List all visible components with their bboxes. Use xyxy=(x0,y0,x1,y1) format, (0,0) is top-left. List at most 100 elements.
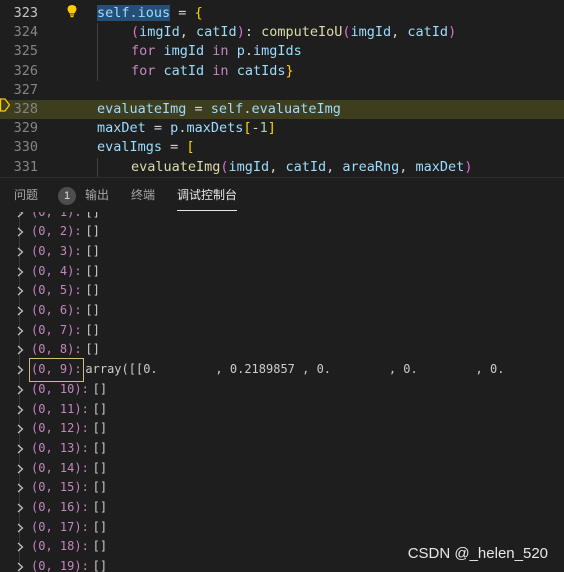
code-line[interactable]: 331 evaluateImg(imgId, catId, areaRng, ma… xyxy=(0,158,564,177)
code-token: : xyxy=(244,24,262,41)
entry-value: [] xyxy=(85,303,100,317)
entry-key: (0, 9): xyxy=(29,358,84,382)
console-entry[interactable]: (0, 11):[] xyxy=(0,400,564,420)
code-token: ) xyxy=(448,24,457,41)
console-entry[interactable]: (0, 15):[] xyxy=(0,478,564,498)
line-number[interactable]: 326 xyxy=(0,62,38,81)
code-token: evaluateImg xyxy=(131,158,221,175)
chevron-right-icon[interactable] xyxy=(17,483,24,493)
entry-key: (0, 6): xyxy=(31,303,82,317)
chevron-right-icon[interactable] xyxy=(17,385,24,395)
tab-problems[interactable]: 问题 1 xyxy=(14,178,78,211)
code-token: { xyxy=(194,5,203,21)
entry-value: [] xyxy=(85,243,100,258)
code-line[interactable]: 330 evalImgs = [ xyxy=(0,138,564,157)
console-entry[interactable]: (0, 2):[] xyxy=(0,222,564,242)
code-line[interactable]: 323 self.ious = { xyxy=(0,4,564,23)
code-token: } xyxy=(285,62,294,79)
chevron-right-icon[interactable] xyxy=(17,444,24,454)
chevron-right-icon[interactable] xyxy=(17,212,24,218)
code-token: , xyxy=(326,158,343,175)
code-token: ) xyxy=(464,158,473,175)
code-token: ] xyxy=(267,120,276,137)
entry-key: (0, 4): xyxy=(31,263,82,278)
chevron-right-icon[interactable] xyxy=(17,286,24,296)
line-number[interactable]: 331 xyxy=(0,158,38,177)
code-token: , xyxy=(179,24,197,41)
code-line[interactable]: 326 for catId in catIds} xyxy=(0,62,564,81)
code-token: , xyxy=(269,158,286,175)
console-entry[interactable]: (0, 1):[] xyxy=(0,212,564,222)
chevron-right-icon[interactable] xyxy=(17,405,24,415)
tab-label: 输出 xyxy=(85,188,110,202)
chevron-right-icon[interactable] xyxy=(17,365,24,375)
code-line[interactable]: 328 evaluateImg = self.evaluateImg xyxy=(0,100,564,119)
entry-key: (0, 13): xyxy=(31,440,89,455)
entry-value: [] xyxy=(85,283,100,298)
code-token: imgId xyxy=(139,24,180,41)
entry-value: [] xyxy=(92,519,108,534)
code-line[interactable]: 329 maxDet = p.maxDets[-1] xyxy=(0,119,564,138)
console-entry[interactable]: (0, 3):[] xyxy=(0,242,564,262)
code-token: , xyxy=(399,158,416,175)
code-text: evaluateImg(imgId, catId, areaRng, maxDe… xyxy=(131,158,472,177)
console-entry[interactable]: (0, 6):[] xyxy=(0,301,564,321)
code-token: catId xyxy=(285,158,327,175)
console-entry[interactable]: (0, 13):[] xyxy=(0,439,564,459)
tab-label: 问题 xyxy=(14,188,39,202)
chevron-right-icon[interactable] xyxy=(17,227,24,237)
chevron-right-icon[interactable] xyxy=(17,542,24,552)
line-number[interactable]: 330 xyxy=(0,138,38,157)
chevron-right-icon[interactable] xyxy=(17,464,24,474)
tab-debug-console[interactable]: 调试控制台 xyxy=(177,178,238,211)
console-entry[interactable]: (0, 4):[] xyxy=(0,262,564,282)
debug-console[interactable]: (0, 1):[](0, 2):[](0, 3):[](0, 4):[](0, … xyxy=(0,212,564,572)
code-token: imgId xyxy=(163,43,213,60)
code-token: catIds xyxy=(236,62,286,79)
entry-key: (0, 11): xyxy=(31,401,89,416)
console-entry[interactable]: (0, 9): array([[0. , 0.2189857 , 0. , 0. … xyxy=(0,358,564,382)
code-editor[interactable]: 323 self.ious = {324 (imgId, catId): compu… xyxy=(0,0,564,177)
line-number[interactable]: 325 xyxy=(0,42,38,61)
chevron-right-icon[interactable] xyxy=(17,267,24,277)
problems-count-badge: 1 xyxy=(58,187,76,205)
chevron-right-icon[interactable] xyxy=(17,306,24,316)
code-line[interactable]: 327 xyxy=(0,81,564,100)
console-entry[interactable]: (0, 5):[] xyxy=(0,281,564,301)
console-entry[interactable]: (0, 16):[] xyxy=(0,498,564,518)
code-token: evaluateImg xyxy=(97,101,187,117)
code-line[interactable]: 325 for imgId in p.imgIds xyxy=(0,42,564,61)
line-number[interactable]: 323 xyxy=(0,4,38,23)
chevron-right-icon[interactable] xyxy=(17,424,24,434)
entry-value: [] xyxy=(92,539,108,554)
entry-key: (0, 14): xyxy=(31,460,89,475)
entry-key: (0, 3): xyxy=(31,243,82,258)
tab-output[interactable]: 输出 xyxy=(85,178,109,211)
chevron-right-icon[interactable] xyxy=(17,562,24,572)
console-entry[interactable]: (0, 12):[] xyxy=(0,419,564,439)
lightbulb-icon[interactable] xyxy=(66,4,78,18)
line-number[interactable]: 327 xyxy=(0,81,38,100)
entry-value: [] xyxy=(92,440,108,455)
line-number[interactable]: 324 xyxy=(0,23,38,42)
line-number[interactable]: 329 xyxy=(0,119,38,138)
tab-terminal[interactable]: 终端 xyxy=(131,178,155,211)
code-token: ) xyxy=(236,24,245,41)
chevron-right-icon[interactable] xyxy=(17,503,24,513)
console-entry[interactable]: (0, 14):[] xyxy=(0,459,564,479)
chevron-right-icon[interactable] xyxy=(17,247,24,257)
code-token: . xyxy=(129,5,138,21)
console-entry[interactable]: (0, 10):[] xyxy=(0,380,564,400)
tab-label: 终端 xyxy=(131,188,156,202)
console-entry[interactable]: (0, 17):[] xyxy=(0,518,564,538)
code-line[interactable]: 324 (imgId, catId): computeIoU(imgId, cat… xyxy=(0,23,564,42)
chevron-right-icon[interactable] xyxy=(17,345,24,355)
console-entry[interactable]: (0, 8):[] xyxy=(0,340,564,360)
chevron-right-icon[interactable] xyxy=(17,523,24,533)
code-token: self xyxy=(210,101,244,117)
console-entry[interactable]: (0, 7):[] xyxy=(0,321,564,341)
chevron-right-icon[interactable] xyxy=(17,326,24,336)
entry-value: [] xyxy=(92,381,108,396)
entry-key: (0, 2): xyxy=(31,224,82,239)
code-token: ( xyxy=(220,158,229,175)
